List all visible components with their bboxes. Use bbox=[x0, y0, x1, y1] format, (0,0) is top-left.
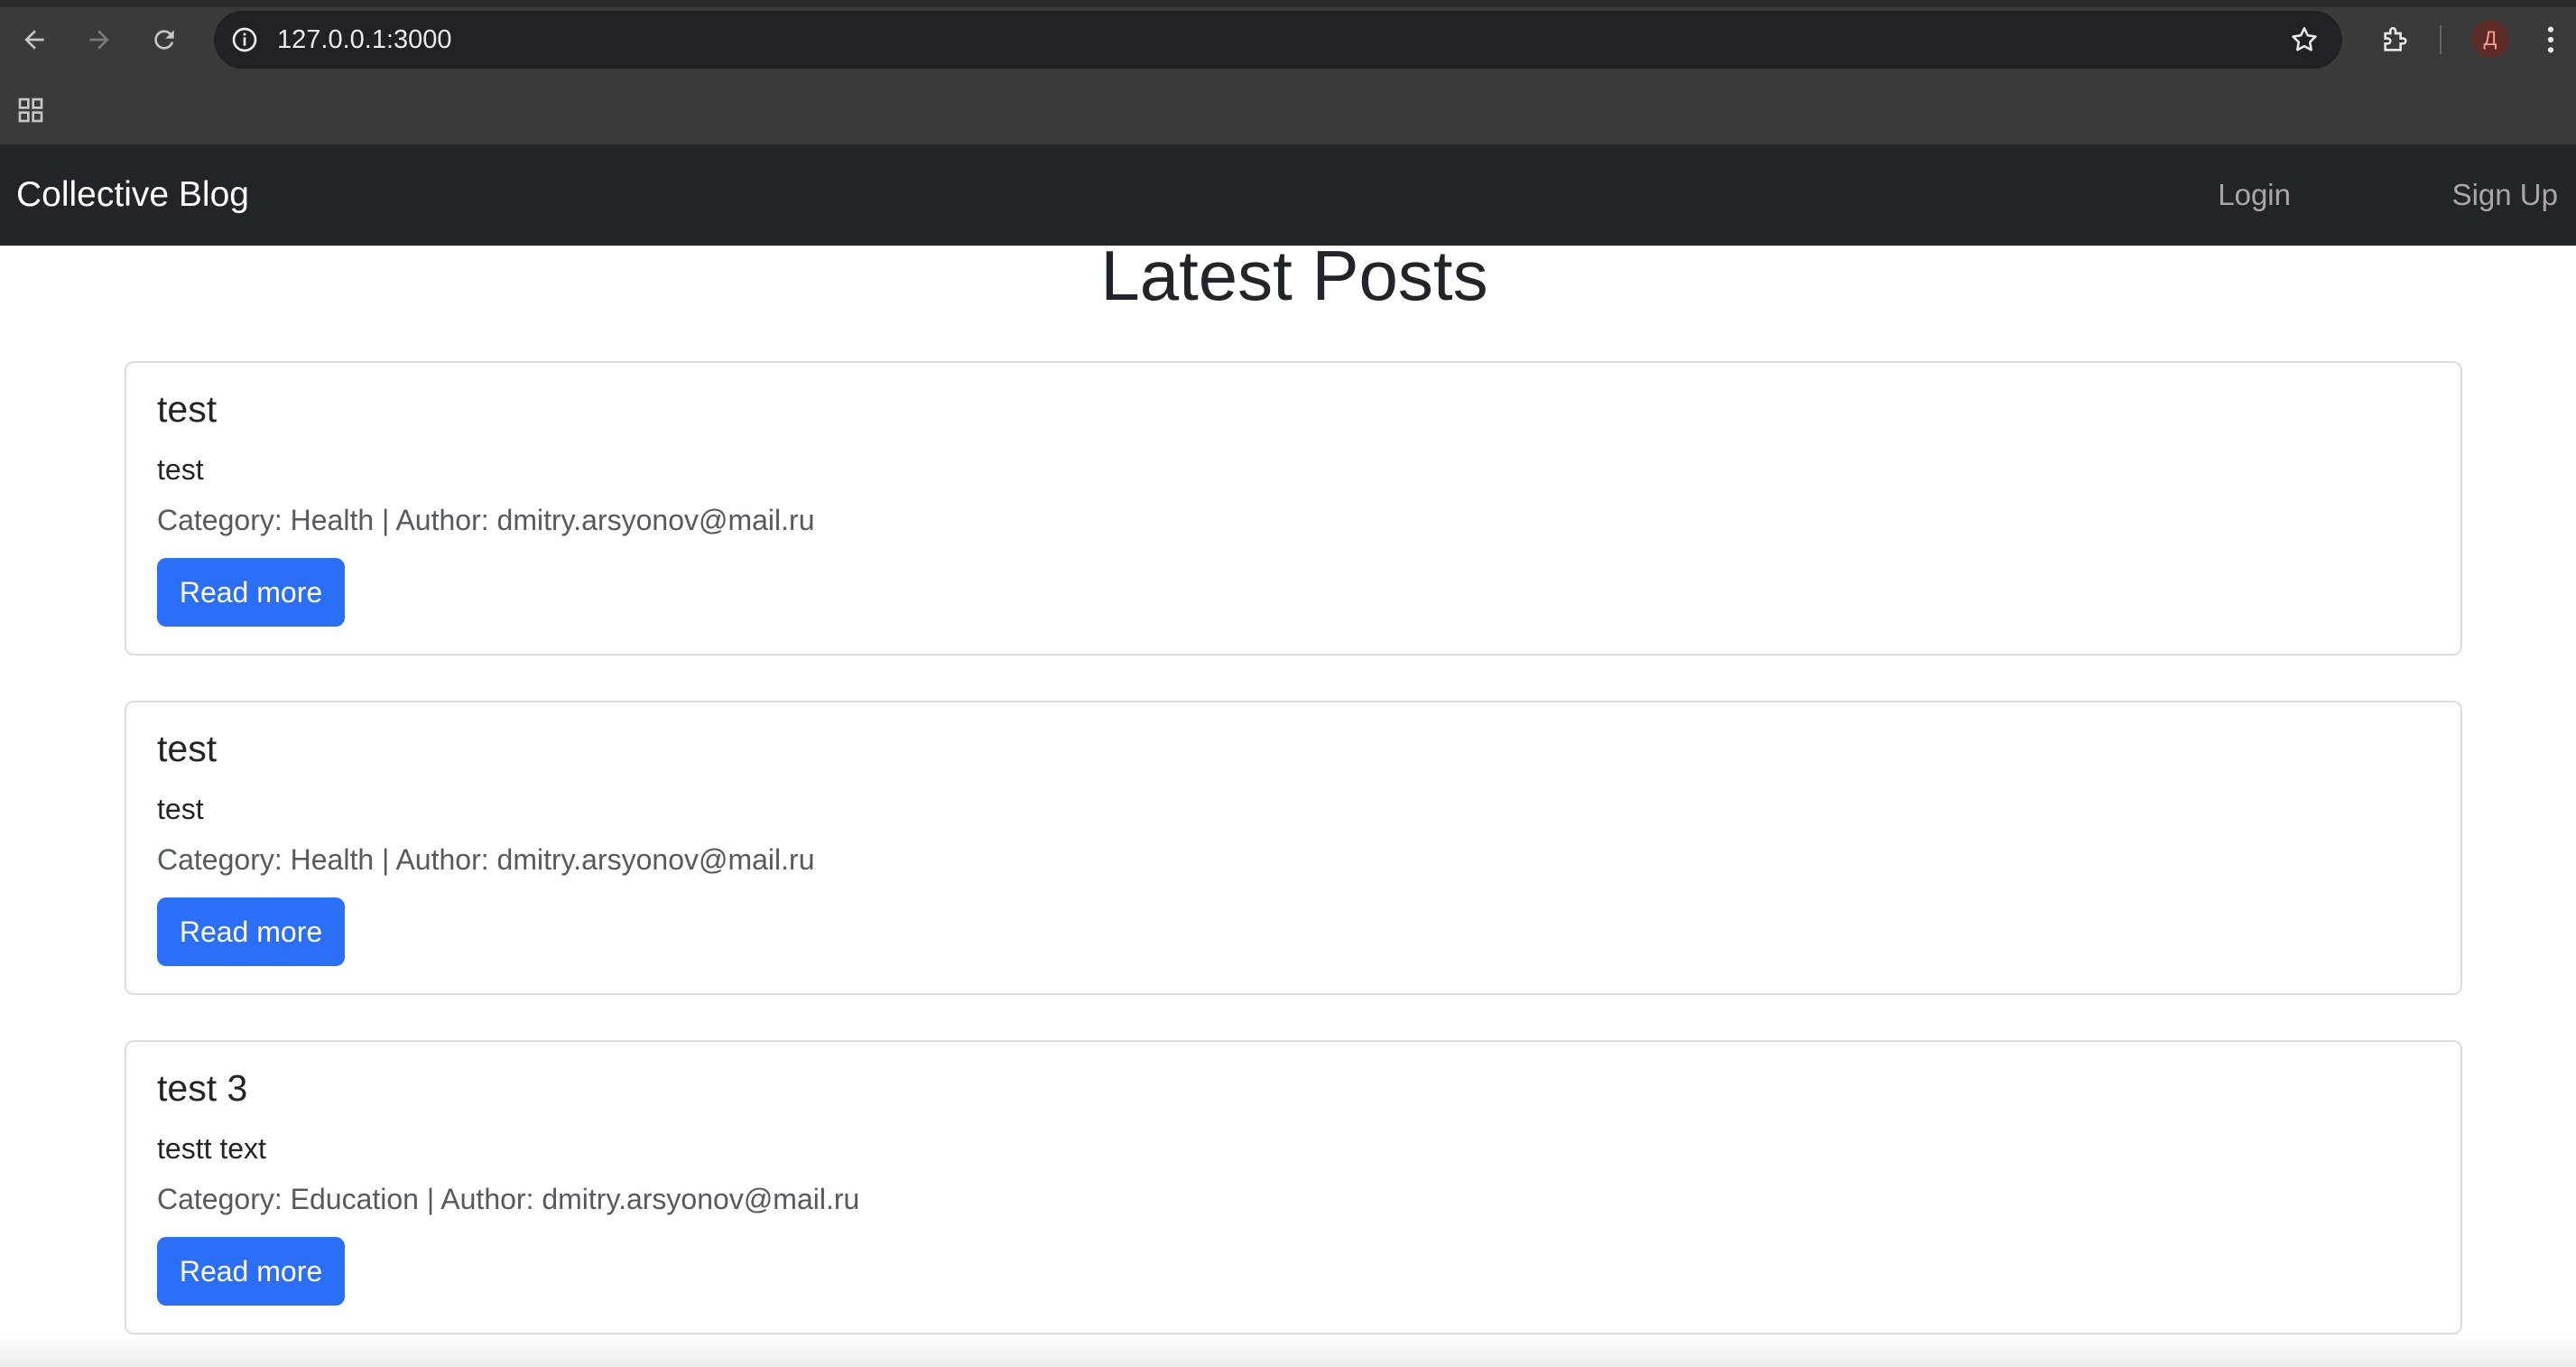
reload-button[interactable] bbox=[143, 18, 186, 61]
brand-link[interactable]: Collective Blog bbox=[16, 144, 249, 246]
site-navbar: Collective Blog Login Sign Up bbox=[0, 144, 2576, 246]
read-more-button[interactable]: Read more bbox=[157, 1237, 345, 1306]
signup-link[interactable]: Sign Up bbox=[2452, 144, 2558, 246]
extensions-button[interactable] bbox=[2374, 18, 2417, 61]
post-meta: Category: Health | Author: dmitry.arsyon… bbox=[157, 504, 815, 536]
star-icon[interactable] bbox=[2286, 22, 2322, 58]
reload-icon bbox=[154, 30, 174, 50]
post-card: test 3 testt text Category: Education | … bbox=[125, 1040, 2462, 1334]
profile-avatar[interactable]: Д bbox=[2471, 20, 2509, 58]
url-text[interactable]: 127.0.0.1:3000 bbox=[277, 11, 452, 69]
apps-button[interactable] bbox=[13, 92, 49, 128]
post-meta: Category: Health | Author: dmitry.arsyon… bbox=[157, 843, 815, 876]
read-more-button[interactable]: Read more bbox=[157, 558, 345, 627]
bottom-shadow bbox=[0, 1333, 2576, 1367]
post-card: test test Category: Health | Author: dmi… bbox=[125, 361, 2462, 656]
forward-button[interactable] bbox=[78, 18, 121, 61]
kebab-menu-icon bbox=[2547, 26, 2554, 53]
post-card: test test Category: Health | Author: dmi… bbox=[125, 701, 2462, 995]
puzzle-icon bbox=[2384, 27, 2407, 51]
bookmarks-bar bbox=[0, 76, 2576, 146]
post-excerpt: testt text bbox=[157, 1132, 266, 1165]
page-title: Latest Posts bbox=[1100, 236, 1488, 315]
back-button[interactable] bbox=[13, 18, 56, 61]
toolbar-divider bbox=[2440, 25, 2442, 54]
read-more-button[interactable]: Read more bbox=[157, 897, 345, 966]
arrow-left-icon bbox=[24, 30, 44, 50]
post-meta: Category: Education | Author: dmitry.ars… bbox=[157, 1183, 860, 1215]
address-bar[interactable]: 127.0.0.1:3000 bbox=[214, 11, 2342, 69]
info-icon[interactable] bbox=[228, 23, 261, 56]
post-title: test bbox=[157, 388, 218, 430]
post-title: test 3 bbox=[157, 1067, 248, 1109]
post-excerpt: test bbox=[157, 453, 204, 486]
arrow-right-icon bbox=[89, 30, 109, 50]
post-title: test bbox=[157, 728, 218, 769]
apps-grid-icon bbox=[18, 98, 43, 123]
browser-menu-button[interactable] bbox=[2534, 18, 2567, 61]
browser-toolbar: 127.0.0.1:3000 Д bbox=[0, 0, 2576, 76]
login-link[interactable]: Login bbox=[2218, 144, 2291, 246]
post-excerpt: test bbox=[157, 793, 204, 825]
